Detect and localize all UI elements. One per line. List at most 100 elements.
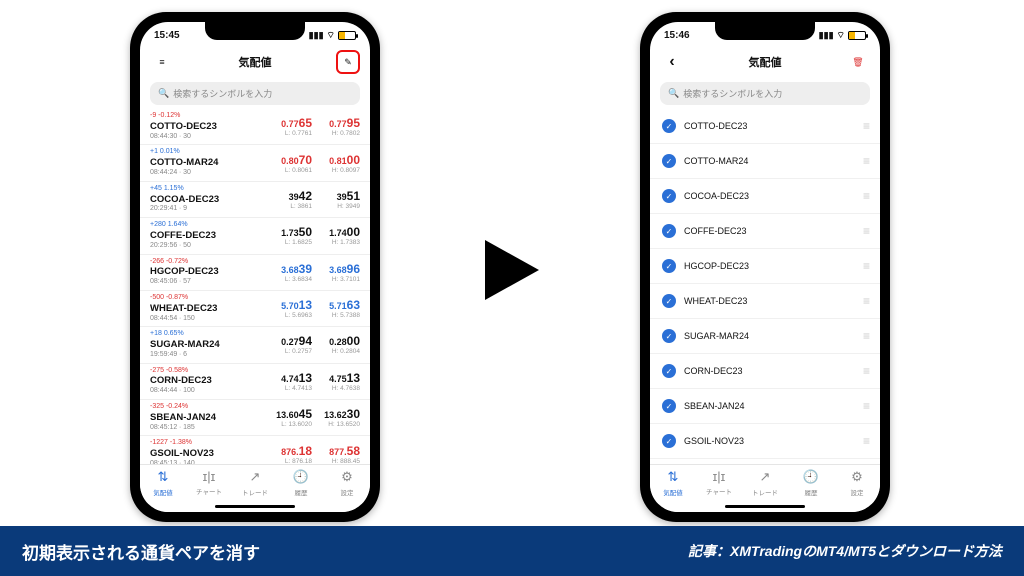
tab-label: 履歴 bbox=[805, 487, 818, 497]
drag-handle-icon[interactable]: ≡ bbox=[863, 434, 868, 448]
drag-handle-icon[interactable]: ≡ bbox=[863, 259, 868, 273]
edit-row[interactable]: ✓ HGCOP-DEC23 ≡ bbox=[650, 249, 880, 284]
tab-icon: ⚙ bbox=[341, 469, 353, 485]
symbol-name: COCOA-DEC23 bbox=[150, 194, 219, 206]
menu-button[interactable]: ≡ bbox=[150, 50, 174, 74]
tab-icon: 🕘 bbox=[293, 469, 309, 485]
symbol-name: GSOIL-NOV23 bbox=[684, 436, 744, 446]
tab-label: 気配値 bbox=[663, 487, 683, 497]
home-indicator bbox=[725, 505, 805, 508]
tab-label: 履歴 bbox=[295, 487, 308, 497]
check-icon[interactable]: ✓ bbox=[662, 119, 676, 133]
tab-設定[interactable]: ⚙設定 bbox=[324, 469, 370, 512]
ask-price: 3951H: 3949 bbox=[320, 189, 360, 210]
search-input[interactable]: 🔍 検索するシンボルを入力 bbox=[150, 82, 360, 105]
bid-price: 3.6839L: 3.6834 bbox=[272, 262, 312, 283]
tab-icon: 🕘 bbox=[803, 469, 819, 485]
change-value: -325 -0.24% bbox=[150, 403, 216, 412]
drag-handle-icon[interactable]: ≡ bbox=[863, 294, 868, 308]
quote-row[interactable]: -325 -0.24% SBEAN-JAN24 08:45:12 ∙ 185 1… bbox=[140, 400, 370, 436]
drag-handle-icon[interactable]: ≡ bbox=[863, 119, 868, 133]
ask-price: 13.6230H: 13.6520 bbox=[320, 407, 360, 428]
check-icon[interactable]: ✓ bbox=[662, 434, 676, 448]
symbol-name: WHEAT-DEC23 bbox=[150, 303, 217, 315]
quote-row[interactable]: +1 0.01% COTTO-MAR24 08:44:24 ∙ 30 0.807… bbox=[140, 145, 370, 181]
tab-気配値[interactable]: ⇅気配値 bbox=[140, 469, 186, 512]
symbol-name: CORN-DEC23 bbox=[684, 366, 743, 376]
check-icon[interactable]: ✓ bbox=[662, 329, 676, 343]
tab-icon: ɪ|ɪ bbox=[713, 469, 726, 484]
tab-設定[interactable]: ⚙設定 bbox=[834, 469, 880, 512]
tab-icon: ↗ bbox=[760, 469, 771, 485]
tab-気配値[interactable]: ⇅気配値 bbox=[650, 469, 696, 512]
check-icon[interactable]: ✓ bbox=[662, 294, 676, 308]
bid-price: 1.7350L: 1.6825 bbox=[272, 225, 312, 246]
drag-handle-icon[interactable]: ≡ bbox=[863, 224, 868, 238]
search-placeholder: 検索するシンボルを入力 bbox=[683, 87, 782, 100]
tab-icon: ⇅ bbox=[158, 469, 169, 485]
quote-row[interactable]: -266 -0.72% HGCOP-DEC23 08:45:06 ∙ 57 3.… bbox=[140, 255, 370, 291]
drag-handle-icon[interactable]: ≡ bbox=[863, 154, 868, 168]
check-icon[interactable]: ✓ bbox=[662, 364, 676, 378]
search-icon: 🔍 bbox=[158, 88, 169, 99]
timestamp: 08:44:30 ∙ 30 bbox=[150, 133, 217, 142]
edit-row[interactable]: ✓COTTO-MAR24≡ bbox=[650, 144, 880, 179]
symbol-name: SBEAN-JAN24 bbox=[150, 412, 216, 424]
symbol-name: COFFE-DEC23 bbox=[684, 226, 747, 236]
timestamp: 20:29:56 ∙ 50 bbox=[150, 242, 216, 251]
drag-handle-icon[interactable]: ≡ bbox=[863, 364, 868, 378]
timestamp: 20:29:41 ∙ 9 bbox=[150, 205, 219, 214]
edit-row[interactable]: ✓SBEAN-JAN24≡ bbox=[650, 389, 880, 424]
edit-row[interactable]: ✓ WHEAT-DEC23 ≡ bbox=[650, 284, 880, 319]
symbol-name: HGCOP-DEC23 bbox=[150, 266, 219, 278]
symbol-name: CORN-DEC23 bbox=[150, 375, 212, 387]
symbol-name: COTTO-MAR24 bbox=[150, 157, 218, 169]
delete-button[interactable]: 🗑 bbox=[846, 50, 870, 74]
check-icon[interactable]: ✓ bbox=[662, 399, 676, 413]
quote-row[interactable]: -9 -0.12% COTTO-DEC23 08:44:30 ∙ 30 0.77… bbox=[140, 109, 370, 145]
change-value: +1 0.01% bbox=[150, 148, 218, 157]
symbol-name: WHEAT-DEC23 bbox=[684, 296, 747, 306]
edit-row[interactable]: ✓ CORN-DEC23 ≡ bbox=[650, 354, 880, 389]
symbol-name: COTTO-DEC23 bbox=[684, 121, 747, 131]
edit-list[interactable]: ✓COTTO-DEC23≡✓COTTO-MAR24≡✓COCOA-DEC23≡✓… bbox=[650, 109, 880, 489]
quote-row[interactable]: -500 -0.87% WHEAT-DEC23 08:44:54 ∙ 150 5… bbox=[140, 291, 370, 327]
bid-price: 5.7013L: 5.6963 bbox=[272, 298, 312, 319]
drag-handle-icon[interactable]: ≡ bbox=[863, 189, 868, 203]
check-icon[interactable]: ✓ bbox=[662, 259, 676, 273]
home-indicator bbox=[215, 505, 295, 508]
ask-price: 1.7400H: 1.7383 bbox=[320, 225, 360, 246]
tab-icon: ɪ|ɪ bbox=[203, 469, 216, 484]
quote-row[interactable]: +280 1.64% COFFE-DEC23 20:29:56 ∙ 50 1.7… bbox=[140, 218, 370, 254]
quote-row[interactable]: -275 -0.58% CORN-DEC23 08:44:44 ∙ 100 4.… bbox=[140, 364, 370, 400]
edit-button[interactable]: ✎ bbox=[336, 50, 360, 74]
edit-row[interactable]: ✓COCOA-DEC23≡ bbox=[650, 179, 880, 214]
caption-banner: 初期表示される通貨ペアを消す 記事：XMTradingのMT4/MT5とダウンロ… bbox=[0, 526, 1024, 576]
signal-icon: ▮▮▮ bbox=[819, 30, 834, 41]
drag-handle-icon[interactable]: ≡ bbox=[863, 329, 868, 343]
back-button[interactable]: ‹ bbox=[660, 50, 684, 74]
edit-row[interactable]: ✓ COFFE-DEC23 ≡ bbox=[650, 214, 880, 249]
change-value: -275 -0.58% bbox=[150, 367, 212, 376]
notch bbox=[715, 22, 815, 40]
symbol-name: HGCOP-DEC23 bbox=[684, 261, 749, 271]
edit-row[interactable]: ✓SUGAR-MAR24≡ bbox=[650, 319, 880, 354]
check-icon[interactable]: ✓ bbox=[662, 189, 676, 203]
check-icon[interactable]: ✓ bbox=[662, 224, 676, 238]
transition-arrow-icon bbox=[485, 240, 539, 305]
page-title: 気配値 bbox=[684, 54, 846, 70]
bid-price: 0.7765L: 0.7761 bbox=[272, 116, 312, 137]
search-input[interactable]: 🔍 検索するシンボルを入力 bbox=[660, 82, 870, 105]
check-icon[interactable]: ✓ bbox=[662, 154, 676, 168]
timestamp: 08:44:24 ∙ 30 bbox=[150, 169, 218, 178]
quote-row[interactable]: +45 1.15% COCOA-DEC23 20:29:41 ∙ 9 3942L… bbox=[140, 182, 370, 218]
edit-row[interactable]: ✓ GSOIL-NOV23 ≡ bbox=[650, 424, 880, 459]
signal-icon: ▮▮▮ bbox=[309, 30, 324, 41]
quotes-list[interactable]: -9 -0.12% COTTO-DEC23 08:44:30 ∙ 30 0.77… bbox=[140, 109, 370, 489]
quote-row[interactable]: +18 0.65% SUGAR-MAR24 19:59:49 ∙ 6 0.279… bbox=[140, 327, 370, 363]
drag-handle-icon[interactable]: ≡ bbox=[863, 399, 868, 413]
search-icon: 🔍 bbox=[668, 88, 679, 99]
edit-row[interactable]: ✓ COTTO-DEC23 ≡ bbox=[650, 109, 880, 144]
timestamp: 19:59:49 ∙ 6 bbox=[150, 351, 220, 360]
symbol-name: COFFE-DEC23 bbox=[150, 230, 216, 242]
